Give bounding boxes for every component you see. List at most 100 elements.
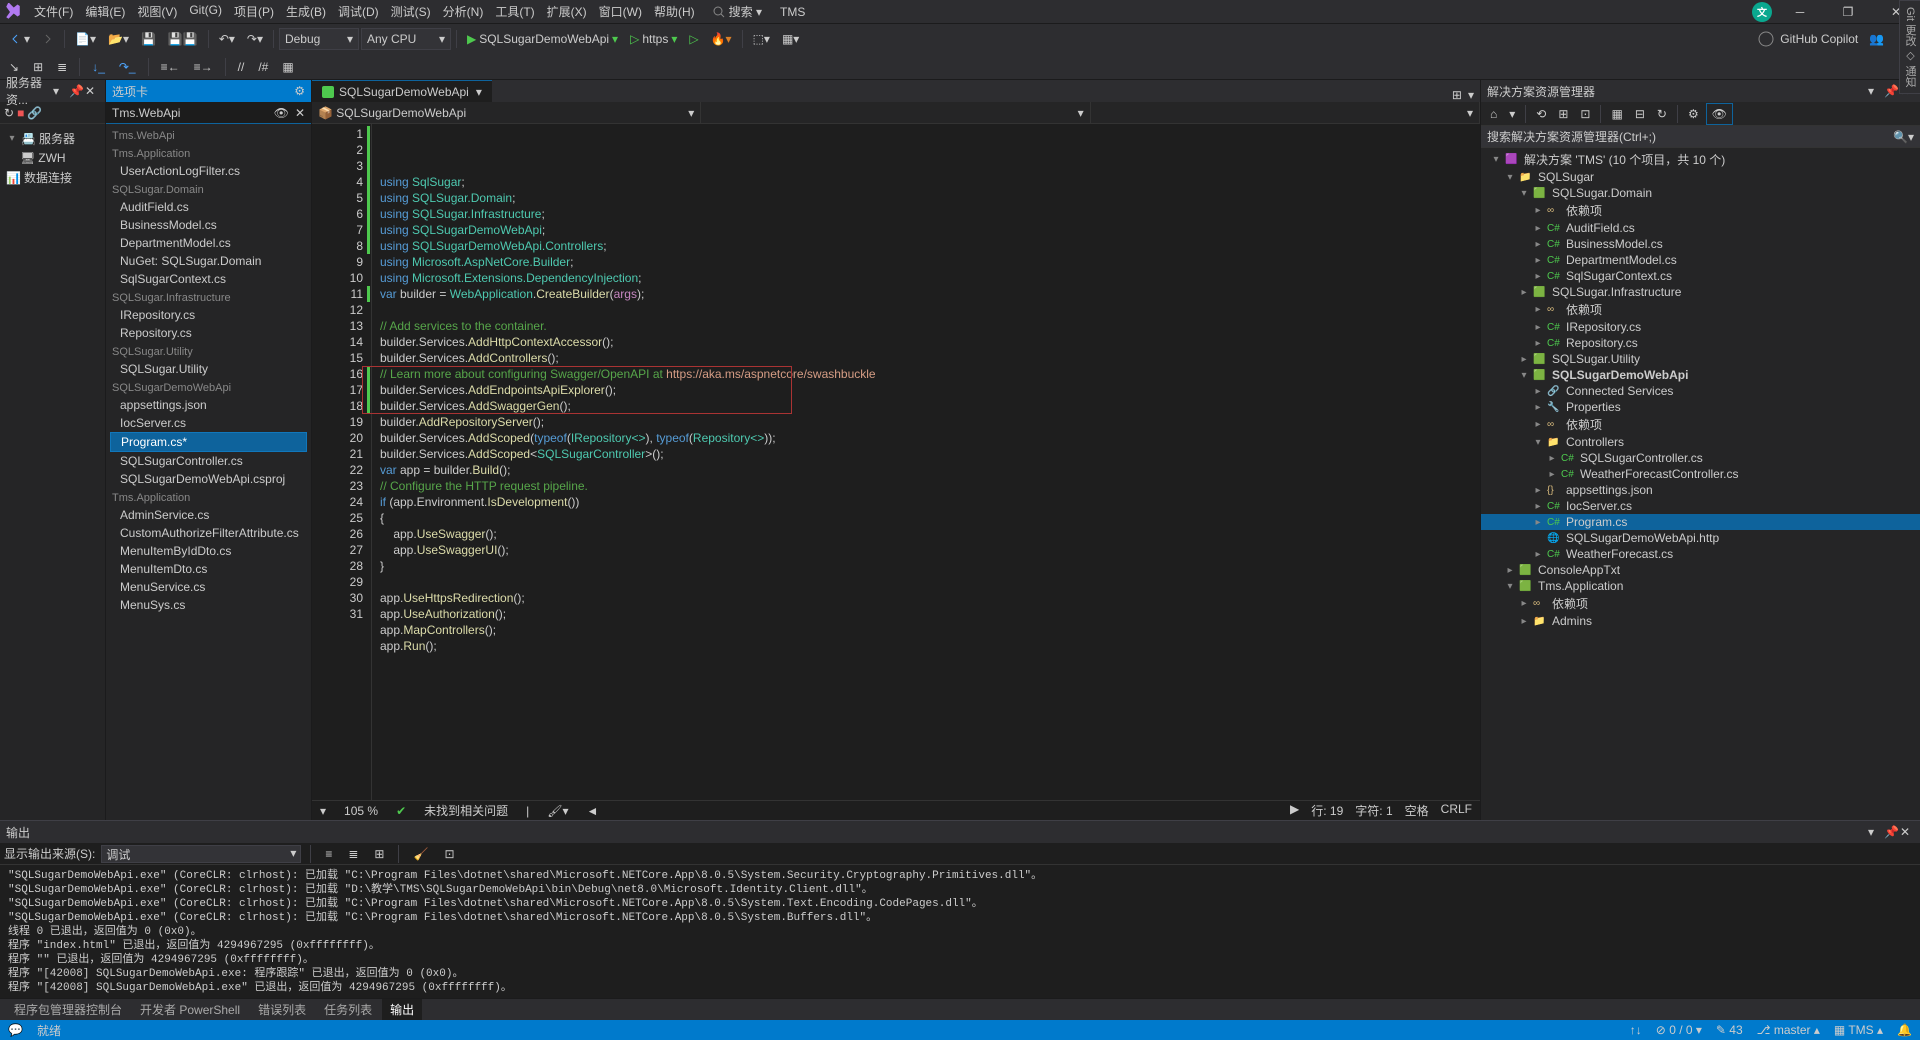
dropdown-icon[interactable]: ▾ <box>1868 825 1882 839</box>
more-btn[interactable]: ▦▾ <box>777 29 804 49</box>
line-indicator[interactable]: 行: 19 <box>1311 802 1343 819</box>
col-indicator[interactable]: 字符: 1 <box>1355 802 1392 819</box>
nav-fwd-button[interactable] <box>37 30 59 48</box>
tree-row[interactable]: 🌐SQLSugarDemoWebApi.http <box>1481 530 1920 546</box>
indent-more-icon[interactable]: ≡→ <box>189 57 218 77</box>
tree-row[interactable]: ▸C#WeatherForecast.cs <box>1481 546 1920 562</box>
sol-btn2-icon[interactable]: ⊡ <box>1575 104 1595 124</box>
output-clear-icon[interactable]: ≡ <box>320 844 337 864</box>
tree-row[interactable]: ▸∞依赖项 <box>1481 201 1920 220</box>
tabcard-item[interactable]: NuGet: SQLSugar.Domain <box>110 252 307 270</box>
tabcard-item[interactable]: MenuItemByIdDto.cs <box>110 542 307 560</box>
user-avatar[interactable]: 文 <box>1752 2 1772 22</box>
bottom-tab[interactable]: 任务列表 <box>316 999 380 1020</box>
tabcard-item[interactable]: SQLSugar.Utility <box>110 360 307 378</box>
code-body[interactable]: using SqlSugar;using SQLSugar.Domain;usi… <box>372 124 1480 800</box>
tree-row[interactable]: ▾🟩SQLSugar.Domain <box>1481 185 1920 201</box>
status-notif-icon[interactable]: 🔔 <box>1897 1023 1912 1037</box>
dropdown-icon[interactable]: ▾ <box>1868 84 1882 98</box>
tabcard-item[interactable]: MenuSys.cs <box>110 596 307 614</box>
tabcard-item[interactable]: AdminService.cs <box>110 506 307 524</box>
tabcard-item[interactable]: AuditField.cs <box>110 198 307 216</box>
menu-视图(V)[interactable]: 视图(V) <box>131 1 183 22</box>
tree-row[interactable]: ▾🟩Tms.Application <box>1481 578 1920 594</box>
eol-indicator[interactable]: CRLF <box>1441 802 1472 819</box>
config-dropdown[interactable]: Debug▾ <box>279 28 359 50</box>
tree-row[interactable]: ▸🔗Connected Services <box>1481 383 1920 399</box>
status-feedback-icon[interactable]: 💬 <box>8 1023 23 1037</box>
global-search[interactable]: 搜索 ▾ <box>713 3 762 20</box>
redo-button[interactable]: ↷▾ <box>242 29 268 49</box>
tabcard-item[interactable]: appsettings.json <box>110 396 307 414</box>
tabcard-item[interactable]: Repository.cs <box>110 324 307 342</box>
tree-row[interactable]: ▾🟩SQLSugarDemoWebApi <box>1481 367 1920 383</box>
output-wrap-icon[interactable]: ≣ <box>343 844 363 864</box>
close-icon[interactable]: ✕ <box>85 84 99 98</box>
tabcard-settings-icon[interactable]: ⚙ <box>294 84 305 98</box>
pin-icon[interactable]: 📌 <box>69 84 83 98</box>
maximize-button[interactable]: ❐ <box>1828 0 1868 24</box>
doc-tab-active[interactable]: SQLSugarDemoWebApi▾ <box>312 80 492 102</box>
start-nodebug-button[interactable]: ▷ <box>684 29 703 49</box>
doc-dropdown-icon[interactable]: ▾ <box>1468 88 1474 102</box>
brush-icon[interactable]: 🖌▾ <box>547 804 568 818</box>
tabcard-head[interactable]: Tms.WebApi 👁✕ <box>106 102 311 124</box>
save-button[interactable]: 💾 <box>136 29 161 49</box>
close-icon[interactable]: ✕ <box>295 106 305 120</box>
bottom-tab[interactable]: 开发者 PowerShell <box>132 999 248 1020</box>
tree-row[interactable]: ▸C#SqlSugarContext.cs <box>1481 268 1920 284</box>
copilot-label[interactable]: GitHub Copilot <box>1780 32 1858 46</box>
tabcard-item[interactable]: IocServer.cs <box>110 414 307 432</box>
open-button[interactable]: 📂▾ <box>103 29 134 49</box>
tree-node-machine[interactable]: 🖥 ZWH <box>2 149 103 167</box>
menu-窗口(W)[interactable]: 窗口(W) <box>593 1 648 22</box>
refresh-icon[interactable]: ↻ <box>4 106 14 120</box>
connect-icon[interactable]: 🔗 <box>27 106 42 120</box>
tree-row[interactable]: ▸🔧Properties <box>1481 399 1920 415</box>
status-warnings[interactable]: ✎ 43 <box>1716 1023 1743 1037</box>
menu-帮助(H)[interactable]: 帮助(H) <box>648 1 701 22</box>
tabcard-item[interactable]: IRepository.cs <box>110 306 307 324</box>
tree-row[interactable]: ▸🟩ConsoleAppTxt <box>1481 562 1920 578</box>
sol-btn-icon[interactable]: ⊞ <box>1553 104 1573 124</box>
tree-row[interactable]: ▸C#DepartmentModel.cs <box>1481 252 1920 268</box>
step-over-icon[interactable]: ↷_ <box>114 57 141 77</box>
stack-btn[interactable]: ≣ <box>52 57 72 77</box>
uncomment-icon[interactable]: /# <box>253 57 273 77</box>
sol-dd-icon[interactable]: ▾ <box>1504 104 1520 124</box>
preview-icon[interactable]: ⊞ <box>1452 88 1462 102</box>
output-source-dropdown[interactable]: 调试▾ <box>101 845 301 863</box>
tree-row[interactable]: ▸C#IocServer.cs <box>1481 498 1920 514</box>
tabcard-item[interactable]: MenuItemDto.cs <box>110 560 307 578</box>
output-body[interactable]: "SQLSugarDemoWebApi.exe" (CoreCLR: clrho… <box>0 865 1920 998</box>
code-editor[interactable]: 1234567891011121314151617181920212223242… <box>312 124 1480 800</box>
stop-icon[interactable]: ■ <box>17 106 24 120</box>
step-into-icon[interactable]: ↓_ <box>87 57 110 77</box>
refresh-icon[interactable]: ↻ <box>1652 104 1672 124</box>
menu-Git(G)[interactable]: Git(G) <box>183 1 228 22</box>
bottom-tab[interactable]: 错误列表 <box>250 999 314 1020</box>
indent-less-icon[interactable]: ≡← <box>156 57 185 77</box>
tabcard-item[interactable]: MenuService.cs <box>110 578 307 596</box>
nav-back-button[interactable]: ▾ <box>4 29 35 49</box>
home-icon[interactable]: ⌂ <box>1485 104 1502 124</box>
output-clear2-icon[interactable]: 🧹 <box>408 844 433 864</box>
browse-btn[interactable]: ⬚▾ <box>748 29 775 49</box>
nav-project[interactable]: 📦 SQLSugarDemoWebApi▾ <box>312 102 701 123</box>
menu-编辑(E)[interactable]: 编辑(E) <box>79 1 131 22</box>
preview-icon[interactable]: 👁 <box>1706 103 1733 125</box>
nav-type[interactable]: ▾ <box>701 102 1090 123</box>
tree-row[interactable]: ▸C#Repository.cs <box>1481 335 1920 351</box>
tabcard-item[interactable]: SQLSugarDemoWebApi.csproj <box>110 470 307 488</box>
tree-row[interactable]: ▸∞依赖项 <box>1481 300 1920 319</box>
tree-row[interactable]: ▸C#Program.cs <box>1481 514 1920 530</box>
start-debug-button[interactable]: ▶ SQLSugarDemoWebApi ▾ <box>462 29 623 49</box>
status-branch[interactable]: ⎇ master ▴ <box>1757 1023 1820 1037</box>
status-up-icon[interactable]: ↑↓ <box>1630 1023 1642 1037</box>
bookmark-icon[interactable]: ▦ <box>277 57 298 77</box>
pin-icon[interactable]: 📌 <box>1884 825 1898 839</box>
server-explorer-header[interactable]: 服务器资... ▾📌✕ <box>0 80 105 102</box>
output-find-icon[interactable]: ⊞ <box>369 844 389 864</box>
tree-row[interactable]: ▸C#AuditField.cs <box>1481 220 1920 236</box>
tree-row[interactable]: ▸📁Admins <box>1481 613 1920 629</box>
